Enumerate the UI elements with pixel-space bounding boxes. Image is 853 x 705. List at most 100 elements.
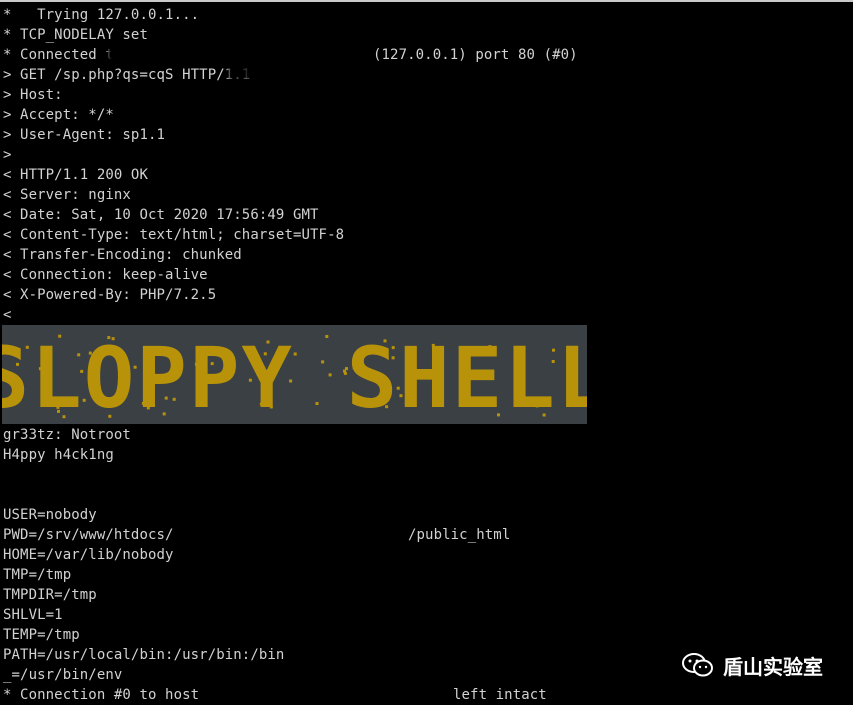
banner-speck: [488, 345, 492, 349]
ascii-art-banner: SLOPPY SHELL: [2, 325, 587, 424]
banner-speck: [162, 412, 166, 416]
banner-speck: [111, 337, 115, 341]
banner-speck: [146, 406, 150, 410]
terminal-line: > Host:: [3, 87, 63, 103]
banner-title: SLOPPY SHELL: [2, 329, 587, 424]
banner-speck: [396, 386, 400, 390]
banner-speck: [107, 336, 111, 340]
banner-speck: [263, 352, 267, 356]
banner-speck: [535, 404, 539, 408]
banner-speck: [133, 365, 137, 369]
terminal-line: * Trying 127.0.0.1...: [3, 7, 200, 23]
banner-speck: [411, 390, 415, 394]
terminal-line: USER=nobody: [3, 507, 97, 523]
terminal-line: < X-Powered-By: PHP/7.2.5: [3, 287, 217, 303]
terminal-line: < Content-Type: text/html; charset=UTF-8: [3, 227, 345, 243]
banner-speck: [57, 409, 60, 413]
terminal-line: > GET /sp.php?qs=cqS HTTP/1.1: [3, 67, 251, 83]
terminal-line: TMP=/tmp: [3, 567, 72, 583]
redaction-blur: [188, 526, 400, 544]
banner-speck: [56, 405, 60, 409]
banner-speck: [293, 352, 297, 356]
banner-speck: [277, 352, 281, 356]
banner-speck: [164, 396, 168, 400]
redaction-blur: [108, 46, 368, 64]
terminal-line: <: [3, 307, 12, 323]
banner-speck: [391, 346, 395, 350]
connection-closing: left intact: [453, 687, 547, 703]
banner-speck: [259, 402, 263, 406]
banner-speck: [141, 401, 145, 405]
terminal-line: gr33tz: Notroot: [3, 427, 131, 443]
banner-speck: [98, 397, 102, 401]
banner-speck: [77, 353, 81, 357]
banner-speck: [352, 366, 356, 370]
banner-speck: [383, 339, 387, 343]
terminal-line: < Connection: keep-alive: [3, 267, 208, 283]
banner-speck: [259, 374, 263, 378]
connected-address: (127.0.0.1) port 80 (#0): [373, 47, 578, 63]
terminal-line: PATH=/usr/local/bin:/usr/bin:/bin: [3, 647, 285, 663]
banner-speck: [385, 405, 389, 409]
terminal-line: < Server: nginx: [3, 187, 131, 203]
banner-speck: [440, 387, 444, 391]
watermark: 盾山实验室: [681, 650, 823, 680]
wechat-icon: [682, 653, 713, 677]
watermark-label: 盾山实验室: [723, 654, 823, 679]
banner-speck: [172, 397, 176, 401]
banner-speck: [542, 413, 546, 417]
redaction-blur: [70, 86, 320, 104]
terminal-line: PWD=/srv/www/htdocs/: [3, 527, 174, 543]
banner-speck: [551, 360, 555, 363]
banner-speck: [391, 356, 395, 360]
banner-speck: [248, 378, 252, 382]
terminal-line: TEMP=/tmp: [3, 627, 80, 643]
terminal-line: > Accept: */*: [3, 107, 114, 123]
banner-speck: [321, 360, 325, 364]
terminal-line: * TCP_NODELAY set: [3, 27, 148, 43]
banner-speck: [315, 402, 319, 405]
terminal-line: < Transfer-Encoding: chunked: [3, 247, 242, 263]
banner-speck: [552, 348, 555, 352]
banner-speck: [399, 394, 403, 398]
banner-speck: [325, 335, 329, 338]
banner-speck: [82, 398, 86, 402]
terminal-line: H4ppy h4ck1ng: [3, 447, 114, 463]
banner-speck: [108, 414, 112, 418]
banner-speck: [328, 373, 332, 377]
terminal-line: * Connected to: [3, 47, 123, 63]
terminal-line: _=/usr/bin/env: [3, 667, 123, 683]
terminal-line: TMPDIR=/tmp: [3, 587, 97, 603]
window-top-border: [0, 0, 853, 2]
redaction-blur: [215, 686, 445, 704]
banner-speck: [25, 345, 29, 349]
pwd-suffix: /public_html: [408, 527, 511, 543]
banner-speck: [431, 343, 435, 347]
banner-speck: [38, 367, 42, 371]
banner-speck: [289, 379, 293, 383]
scrollbar-corner: [823, 2, 853, 22]
banner-speck: [343, 371, 347, 375]
banner-speck: [194, 362, 198, 366]
banner-speck: [80, 369, 84, 373]
banner-art: SLOPPY SHELL: [2, 329, 587, 424]
banner-speck: [266, 340, 270, 344]
terminal-line: HOME=/var/lib/nobody: [3, 547, 174, 563]
terminal-line: SHLVL=1: [3, 607, 63, 623]
banner-speck: [88, 351, 92, 355]
banner-speck: [262, 375, 266, 378]
banner-speck: [266, 369, 270, 373]
banner-speck: [434, 386, 438, 390]
banner-speck: [210, 362, 214, 366]
banner-speck: [518, 355, 522, 358]
banner-speck: [16, 362, 19, 366]
banner-speck: [269, 405, 273, 409]
terminal-line: > User-Agent: sp1.1: [3, 127, 166, 143]
banner-speck: [497, 413, 500, 417]
banner-speck: [161, 352, 165, 356]
terminal-line: * Connection #0 to host: [3, 687, 200, 703]
terminal-line: < Date: Sat, 10 Oct 2020 17:56:49 GMT: [3, 207, 319, 223]
redaction-blur: [228, 66, 308, 80]
banner-speck: [58, 334, 62, 338]
terminal-line: < HTTP/1.1 200 OK: [3, 167, 148, 183]
